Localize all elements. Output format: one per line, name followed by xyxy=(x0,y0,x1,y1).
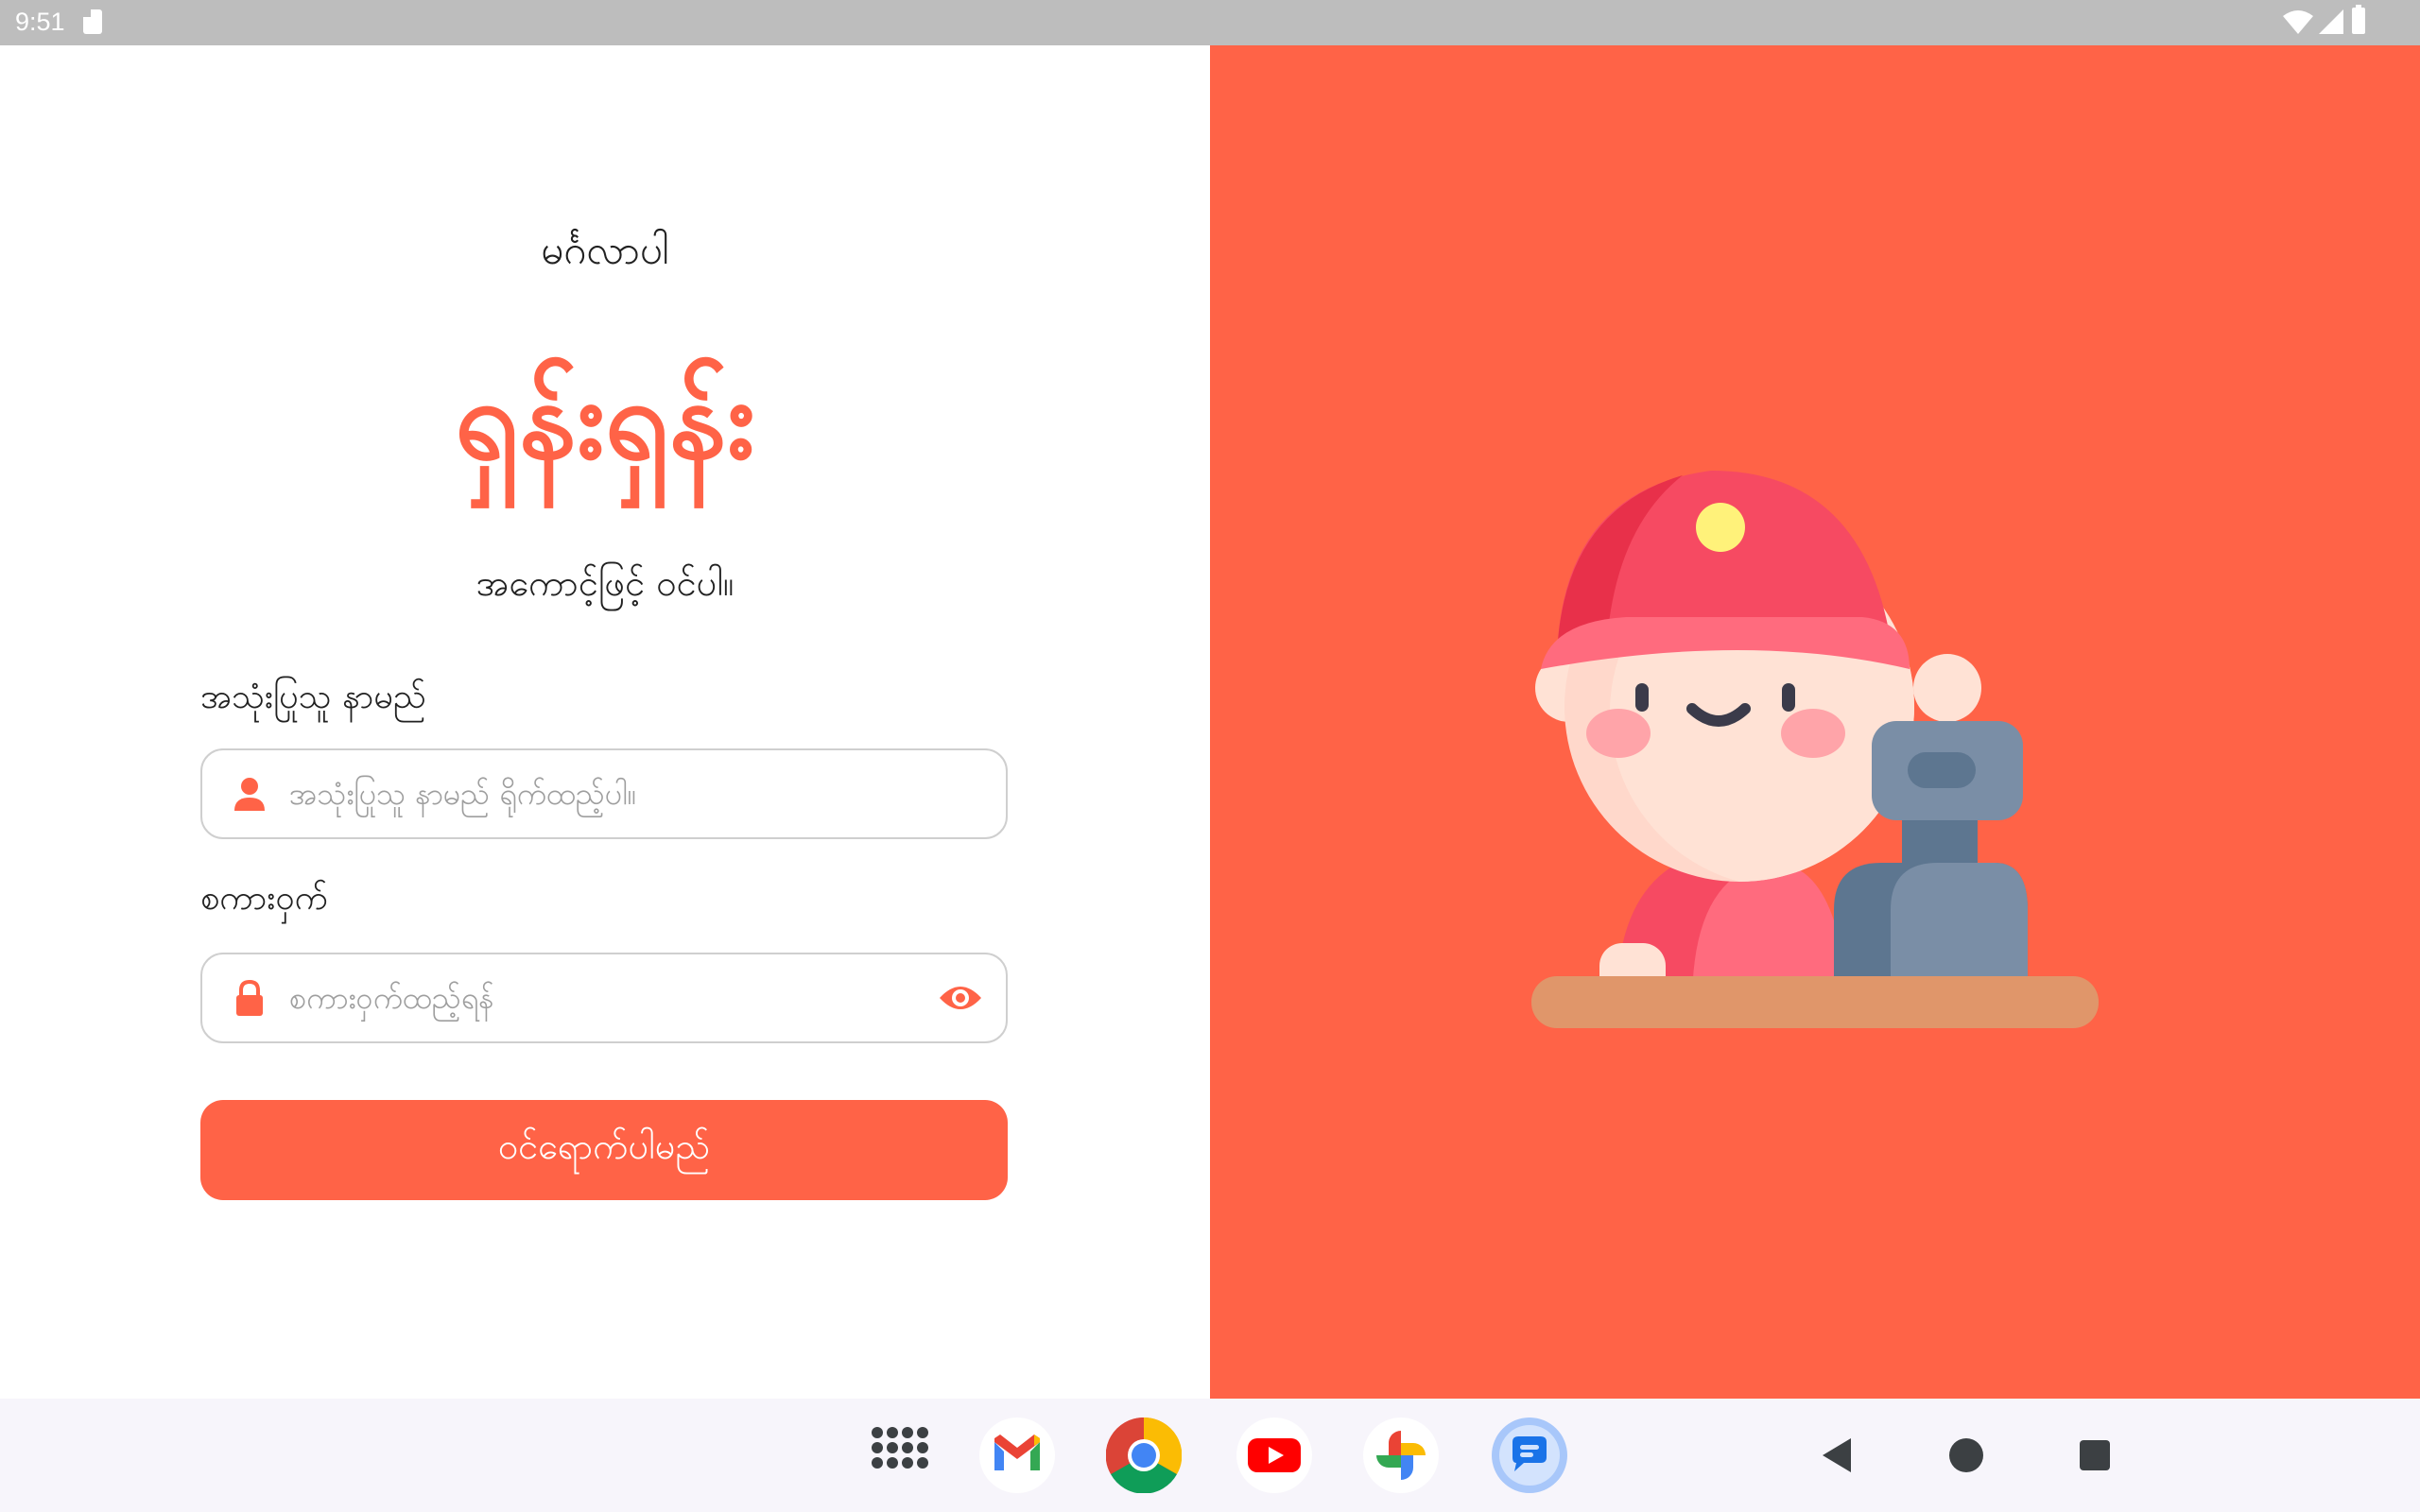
username-label: အသုံးပြုသူ နာမည် xyxy=(200,678,426,716)
password-input[interactable] xyxy=(289,954,894,1041)
messages-icon[interactable] xyxy=(1492,1418,1567,1493)
eye-icon[interactable] xyxy=(938,981,983,1015)
gmail-icon[interactable] xyxy=(979,1418,1055,1493)
cashier-illustration xyxy=(1531,471,2099,1028)
welcome-text: မင်္ဂလာပါ xyxy=(541,227,669,273)
hero-panel xyxy=(1210,45,2420,1399)
sd-card-icon xyxy=(83,9,102,34)
home-icon[interactable] xyxy=(1945,1435,1987,1476)
person-icon xyxy=(234,778,265,811)
status-time: 9:51 xyxy=(15,8,65,36)
password-field[interactable] xyxy=(200,953,1008,1043)
app-title: ရှန်းရှန်း xyxy=(455,353,755,484)
app-drawer-icon[interactable] xyxy=(862,1418,938,1493)
wifi-icon xyxy=(2283,10,2313,34)
recents-icon[interactable] xyxy=(2074,1435,2116,1476)
lock-icon xyxy=(236,979,263,1016)
signal-icon xyxy=(2319,9,2343,34)
username-input[interactable] xyxy=(289,750,894,837)
login-subtitle: အကောင့်ဖြင့် ဝင်ပါ။ xyxy=(475,562,735,604)
battery-icon xyxy=(2352,5,2365,34)
status-bar: 9:51 xyxy=(0,0,2420,45)
photos-icon[interactable] xyxy=(1363,1418,1439,1493)
username-field[interactable] xyxy=(200,748,1008,839)
youtube-icon[interactable] xyxy=(1236,1418,1312,1493)
login-button[interactable]: ဝင်ရောက်ပါမည် xyxy=(200,1100,1008,1200)
back-icon[interactable] xyxy=(1817,1435,1858,1476)
password-label: စကားဝှက် xyxy=(200,879,328,918)
chrome-icon[interactable] xyxy=(1106,1418,1182,1493)
login-panel: မင်္ဂလာပါ ရှန်းရှန်း အကောင့်ဖြင့် ဝင်ပါ။… xyxy=(0,45,1210,1399)
navigation-bar xyxy=(0,1399,2420,1512)
